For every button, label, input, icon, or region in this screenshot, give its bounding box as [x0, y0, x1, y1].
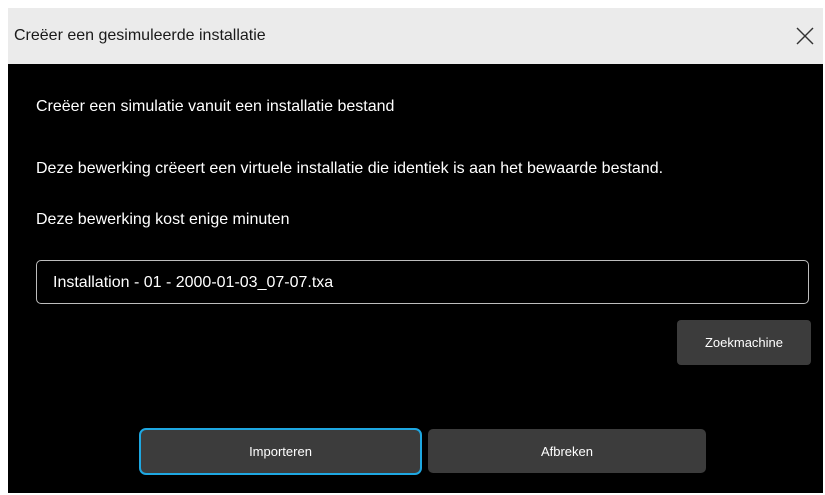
dialog-title: Creëer een gesimuleerde installatie: [14, 27, 266, 44]
file-path-field[interactable]: Installation - 01 - 2000-01-03_07-07.txa: [36, 260, 809, 304]
close-icon: [791, 22, 819, 50]
import-simulation-dialog: Creëer een gesimuleerde installatie Creë…: [8, 8, 823, 493]
import-button[interactable]: Importeren: [139, 428, 422, 475]
description-heading: Creëer een simulatie vanuit een installa…: [36, 98, 395, 115]
duration-note: Deze bewerking kost enige minuten: [36, 211, 290, 228]
description-text: Deze bewerking crëeert een virtuele inst…: [36, 160, 664, 177]
browse-button[interactable]: Zoekmachine: [677, 320, 811, 365]
cancel-button[interactable]: Afbreken: [428, 429, 706, 473]
dialog-titlebar: Creëer een gesimuleerde installatie: [8, 8, 823, 64]
close-button[interactable]: [791, 22, 819, 50]
